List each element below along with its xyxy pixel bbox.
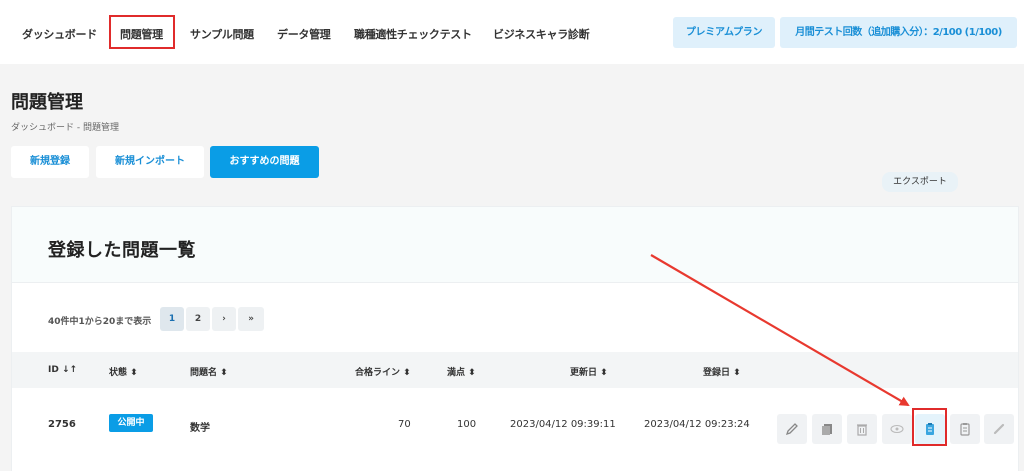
annotation-arrow — [650, 254, 910, 407]
